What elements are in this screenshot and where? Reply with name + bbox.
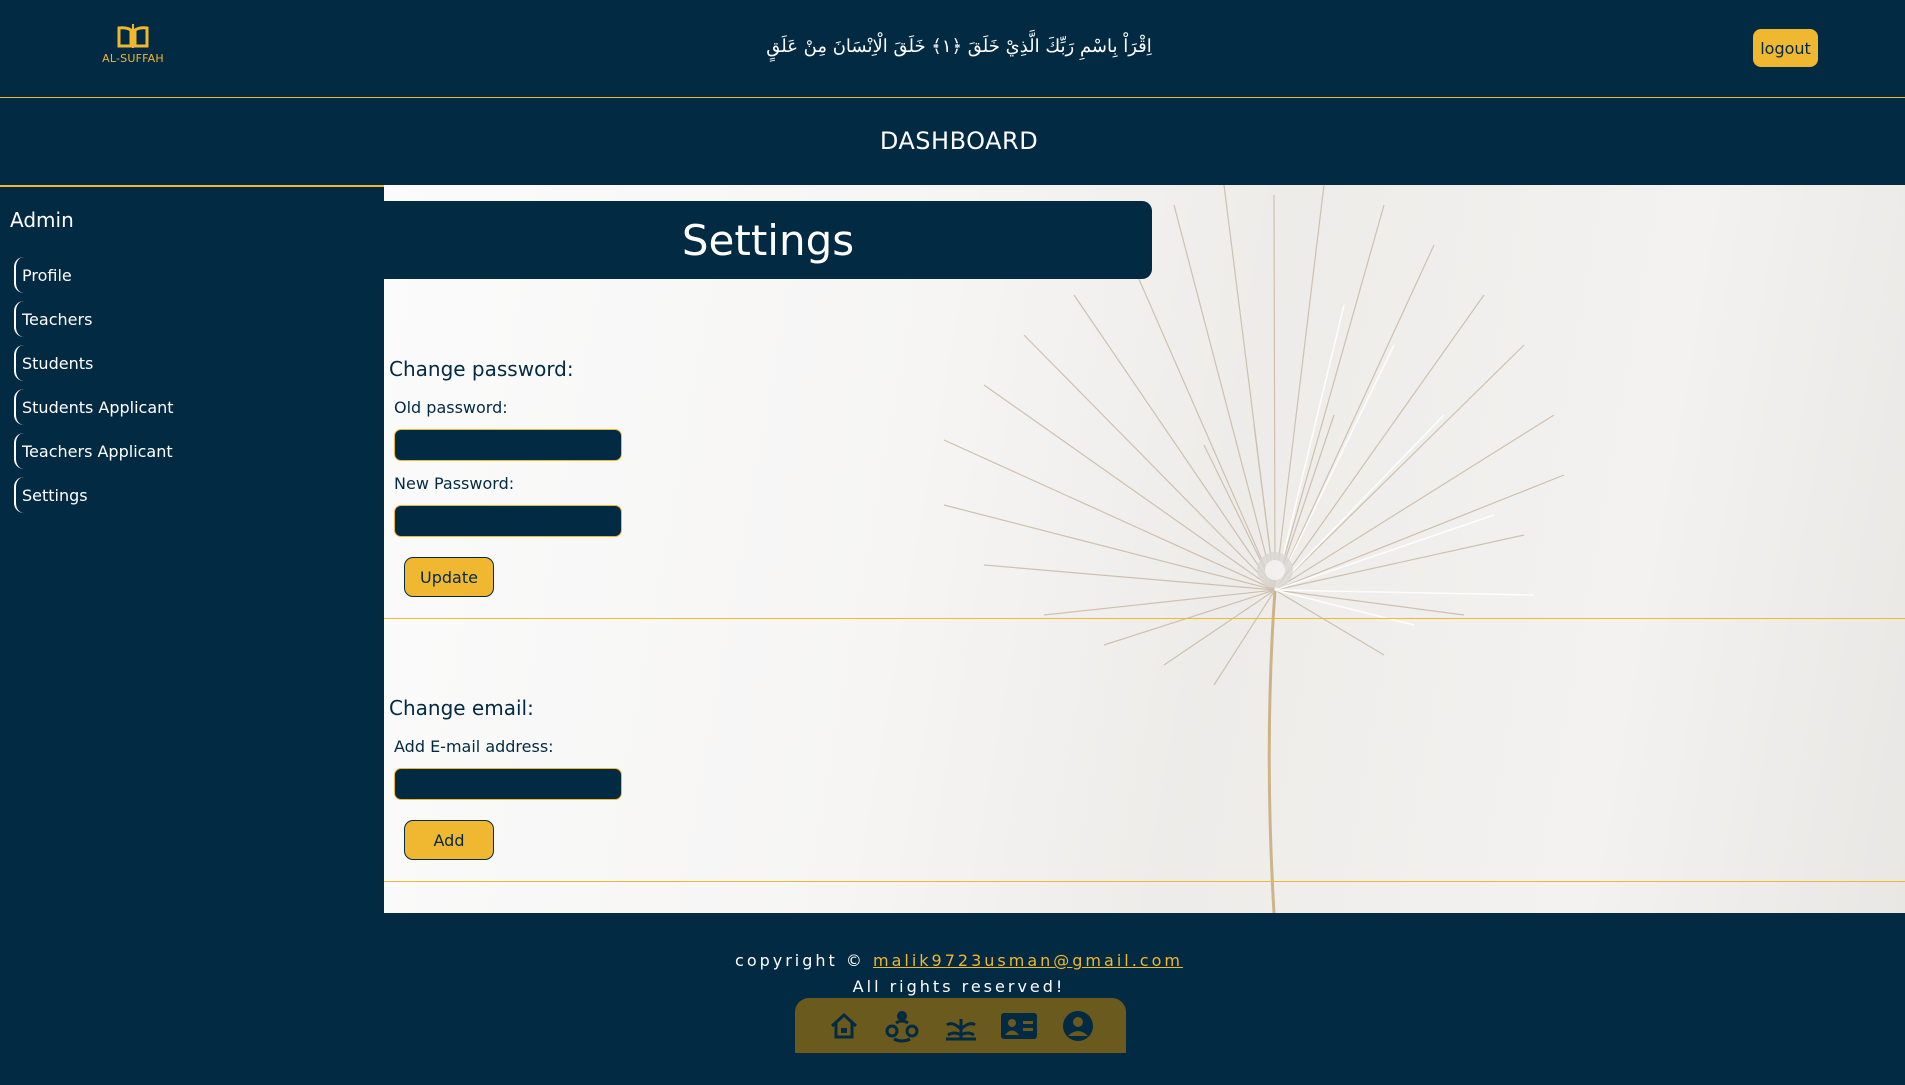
contact-card-icon[interactable] bbox=[999, 1006, 1039, 1046]
section-divider bbox=[384, 618, 1905, 619]
section-divider bbox=[384, 881, 1905, 882]
new-password-label: New Password: bbox=[394, 474, 515, 493]
new-password-input[interactable] bbox=[394, 505, 622, 537]
user-circle-icon[interactable] bbox=[1058, 1006, 1098, 1046]
sidebar-item-students-applicant[interactable]: Students Applicant bbox=[14, 389, 234, 425]
copyright-text: copyright © bbox=[735, 951, 865, 970]
update-button[interactable]: Update bbox=[404, 557, 494, 597]
change-password-title: Change password: bbox=[389, 357, 574, 381]
main-content: Settings Change password: Old password: … bbox=[384, 185, 1905, 913]
sidebar-item-label: Teachers Applicant bbox=[22, 441, 173, 461]
old-password-input[interactable] bbox=[394, 429, 622, 461]
change-email-title: Change email: bbox=[389, 696, 534, 720]
email-link[interactable]: malik9723usman@gmail.com bbox=[873, 951, 1183, 970]
quran-verse: اِقْرَاْ بِاسْمِ رَبِّكَ الَّذِيْ خَلَقَ… bbox=[766, 36, 1152, 57]
old-password-label: Old password: bbox=[394, 398, 508, 417]
footer-copyright: copyright © malik9723usman@gmail.com bbox=[0, 951, 1905, 970]
sidebar-item-students[interactable]: Students bbox=[14, 345, 234, 381]
sidebar-item-label: Profile bbox=[22, 265, 72, 285]
sidebar: Admin Profile Teachers Students Students… bbox=[0, 185, 384, 913]
sidebar-item-settings[interactable]: Settings bbox=[14, 477, 234, 513]
sidebar-item-label: Teachers bbox=[22, 309, 93, 329]
sidebar-item-teachers[interactable]: Teachers bbox=[14, 301, 234, 337]
sidebar-item-teachers-applicant[interactable]: Teachers Applicant bbox=[14, 433, 234, 469]
email-input[interactable] bbox=[394, 768, 622, 800]
email-label: Add E-mail address: bbox=[394, 737, 554, 756]
bottom-nav bbox=[795, 998, 1126, 1053]
add-email-button[interactable]: Add bbox=[404, 820, 494, 860]
community-icon[interactable] bbox=[882, 1006, 922, 1046]
home-icon[interactable] bbox=[824, 1006, 864, 1046]
sidebar-title: Admin bbox=[10, 208, 74, 232]
page-title: Settings bbox=[384, 201, 1152, 279]
sidebar-item-label: Students Applicant bbox=[22, 397, 174, 417]
logout-button[interactable]: logout bbox=[1753, 29, 1818, 67]
sidebar-item-label: Students bbox=[22, 353, 94, 373]
plant-icon[interactable] bbox=[941, 1006, 981, 1046]
top-bar: AL-SUFFAH اِقْرَاْ بِاسْمِ رَبِّكَ الَّذ… bbox=[0, 0, 1905, 98]
dashboard-title: DASHBOARD bbox=[879, 127, 1039, 155]
sidebar-item-profile[interactable]: Profile bbox=[14, 257, 234, 293]
dandelion-background-image bbox=[943, 185, 1565, 913]
sidebar-item-label: Settings bbox=[22, 485, 88, 505]
footer-rights: All rights reserved! bbox=[852, 977, 1066, 996]
